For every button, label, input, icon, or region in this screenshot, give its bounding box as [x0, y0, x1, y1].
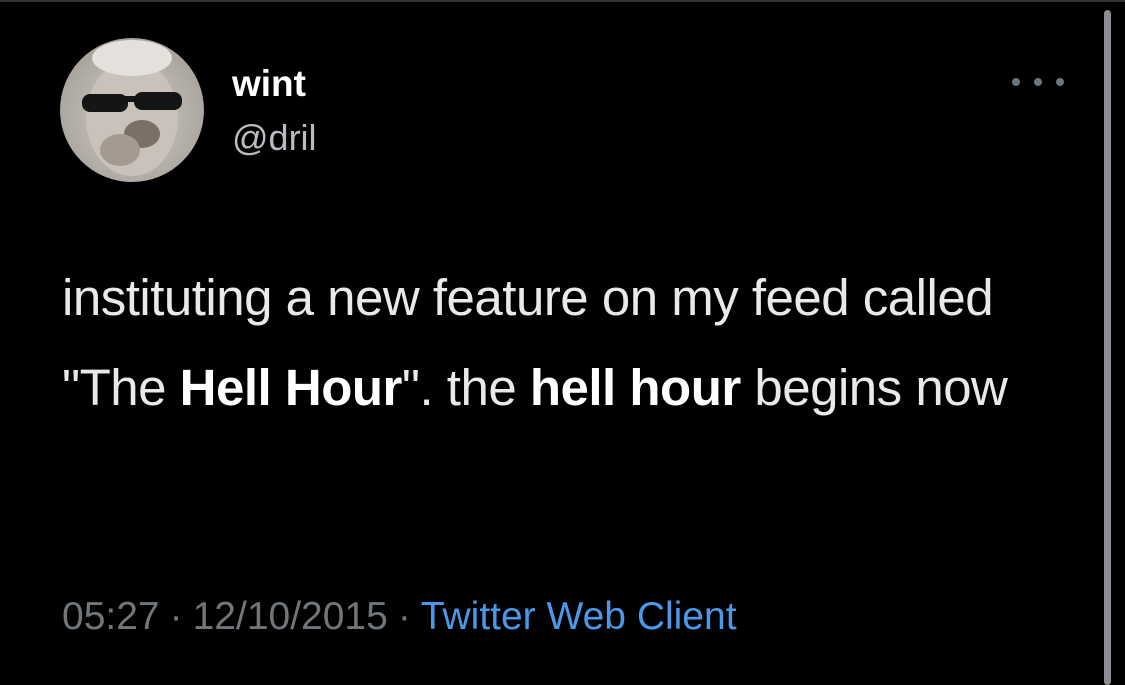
- avatar[interactable]: [60, 38, 204, 182]
- tweet-text-segment: ". the: [401, 359, 530, 416]
- tweet-meta: 05:27 · 12/10/2015 · Twitter Web Client: [62, 592, 737, 642]
- tweet-text-segment: begins now: [740, 359, 1008, 416]
- dot: [1034, 78, 1042, 86]
- tweet-card: wint @dril instituting a new feature on …: [0, 0, 1125, 685]
- client-link[interactable]: Twitter Web Client: [421, 595, 737, 638]
- dot: [1012, 78, 1020, 86]
- more-options-icon[interactable]: [1012, 70, 1064, 94]
- tweet-time[interactable]: 05:27: [62, 595, 160, 638]
- separator: ·: [397, 595, 411, 638]
- divider: [0, 0, 1125, 2]
- scrollbar[interactable]: [1104, 10, 1111, 685]
- tweet-text-bold: hell hour: [529, 359, 741, 416]
- tweet-date[interactable]: 12/10/2015: [193, 595, 388, 638]
- separator: ·: [169, 595, 183, 638]
- tweet-text-bold: Hell Hour: [179, 359, 403, 416]
- tweet-text: instituting a new feature on my feed cal…: [62, 253, 1082, 433]
- dot: [1056, 78, 1064, 86]
- display-name[interactable]: wint: [232, 62, 306, 106]
- profile-photo-icon: [82, 40, 182, 176]
- user-handle[interactable]: @dril: [232, 116, 317, 160]
